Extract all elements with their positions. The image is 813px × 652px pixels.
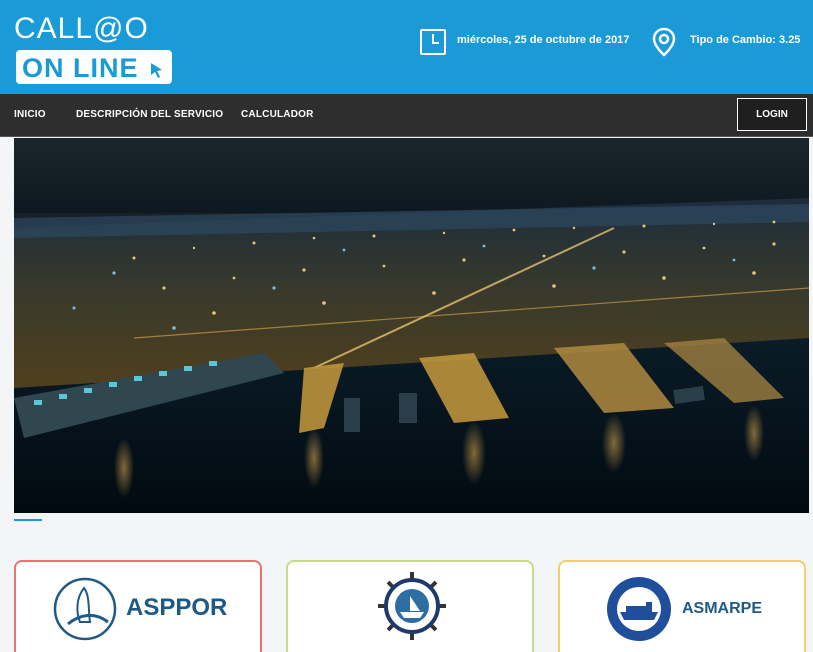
location-pin-icon: [652, 27, 676, 57]
calendar-clock-icon: [420, 29, 446, 55]
header: CALL@O ON LINE miércoles, 25 de octubre …: [0, 0, 813, 94]
partner-name-asmarpe: ASMARPE: [682, 600, 763, 617]
hero-image: [14, 138, 809, 513]
nav-item-calculador[interactable]: CALCULADOR: [241, 109, 314, 120]
nav-item-descripcion[interactable]: DESCRIPCIÓN DEL SERVICIO: [76, 109, 223, 120]
main-nav: INICIO DESCRIPCIÓN DEL SERVICIO CALCULAD…: [0, 94, 813, 137]
logo-line2-box: ON LINE: [16, 50, 172, 84]
partner-card-asppor[interactable]: ASPPOR: [14, 560, 262, 652]
partner-card-asmarpe[interactable]: ASMARPE: [558, 560, 806, 652]
logo-line2: ON LINE: [22, 53, 139, 83]
cursor-arrow-icon: [151, 63, 162, 78]
site-logo[interactable]: CALL@O ON LINE: [14, 12, 174, 84]
partner-card-agentes[interactable]: [286, 560, 534, 652]
exchange-rate: Tipo de Cambio: 3.25: [690, 34, 801, 46]
section-accent-line: [14, 519, 42, 521]
logo-line1: CALL@O: [14, 12, 149, 45]
ship-wheel-seal-icon: [378, 572, 446, 640]
current-date: miércoles, 25 de octubre de 2017: [457, 34, 630, 46]
cargo-ship-seal-icon: [607, 577, 671, 641]
ship-prow-icon: [53, 577, 117, 641]
nav-item-inicio[interactable]: INICIO: [14, 109, 46, 120]
port-night-illustration: [14, 138, 809, 513]
partner-name-asppor: ASPPOR: [126, 594, 228, 621]
login-button[interactable]: LOGIN: [737, 98, 807, 131]
